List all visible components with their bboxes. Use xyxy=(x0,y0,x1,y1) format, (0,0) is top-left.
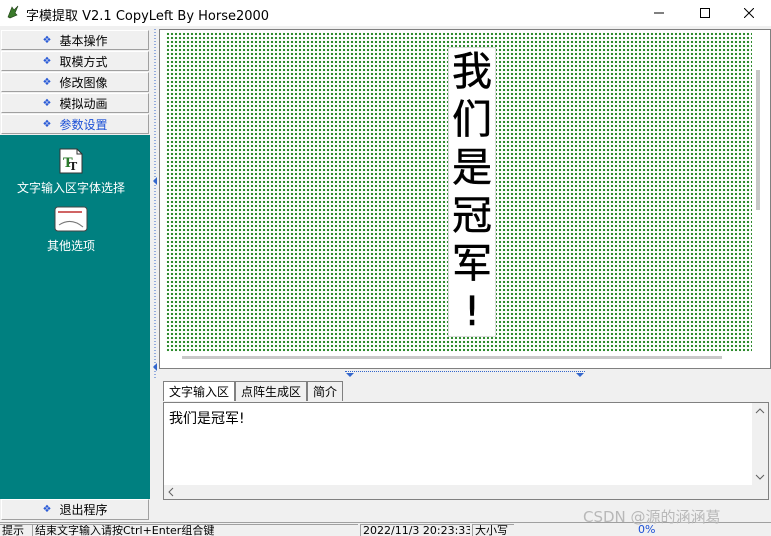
glyph-char: 们 xyxy=(452,97,493,144)
dot-matrix-area[interactable]: 我 们 是 冠 军 ! xyxy=(159,29,771,369)
minimize-icon xyxy=(654,12,664,14)
watermark: CSDN @源的涵涵葛 xyxy=(583,508,721,526)
glyph-char: 冠 xyxy=(452,193,493,240)
tab-intro[interactable]: 简介 xyxy=(307,381,344,401)
sidebar-item-label: 基本操作 xyxy=(59,33,108,48)
exit-label: 退出程序 xyxy=(59,503,108,517)
exit-button[interactable]: ❖ 退出程序 xyxy=(1,499,149,520)
font-select-entry[interactable]: T T 文字输入区字体选择 xyxy=(15,147,127,196)
tab-label: 简介 xyxy=(313,385,338,399)
maximize-icon xyxy=(700,8,710,18)
sidebar-item-basic[interactable]: ❖ 基本操作 xyxy=(1,30,149,50)
diamond-icon: ❖ xyxy=(42,504,52,515)
other-options-label: 其他选项 xyxy=(46,239,95,253)
vertical-splitter[interactable] xyxy=(151,29,159,379)
glyph-column: 我 们 是 冠 军 ! xyxy=(448,47,496,337)
other-options-entry[interactable]: 其他选项 xyxy=(15,205,127,254)
window-title: 字模提取 V2.1 CopyLeft By Horse2000 xyxy=(26,9,270,24)
glyph-char: 是 xyxy=(452,145,493,192)
maximize-button[interactable] xyxy=(682,0,728,26)
options-icon xyxy=(54,206,88,232)
dot-grid[interactable]: 我 们 是 冠 军 ! xyxy=(166,32,752,352)
tab-text-input[interactable]: 文字输入区 xyxy=(163,381,236,401)
diamond-icon: ❖ xyxy=(42,34,52,46)
sidebar-item-label: 模拟动画 xyxy=(59,96,108,111)
sidebar: ❖ 基本操作 ❖ 取模方式 ❖ 修改图像 ❖ 模拟动画 ❖ 参数设置 T T 文… xyxy=(0,29,150,521)
tab-strip: 文字输入区 点阵生成区 简介 xyxy=(163,381,344,401)
splitter-arrow-down-icon xyxy=(346,373,584,377)
editor-vertical-scrollbar[interactable] xyxy=(752,403,768,499)
splitter-arrow-left-icon xyxy=(153,29,157,379)
title-bar: 字模提取 V2.1 CopyLeft By Horse2000 xyxy=(0,0,771,26)
editor-horizontal-scrollbar[interactable] xyxy=(164,485,752,499)
status-caps: 大小写 xyxy=(472,524,514,536)
horizontal-splitter[interactable] xyxy=(345,371,585,379)
diamond-icon: ❖ xyxy=(42,76,52,88)
settings-panel: T T 文字输入区字体选择 其他选项 xyxy=(0,135,150,499)
font-select-label: 文字输入区字体选择 xyxy=(16,181,125,195)
close-icon xyxy=(744,8,754,18)
canvas-vertical-scrollbar[interactable] xyxy=(756,70,760,210)
diamond-icon: ❖ xyxy=(42,118,52,130)
text-input-area[interactable]: 我们是冠军! xyxy=(163,402,769,500)
glyph-char: 军 xyxy=(452,241,493,288)
diamond-icon: ❖ xyxy=(42,97,52,109)
status-datetime: 2022/11/3 20:23:33 xyxy=(360,524,470,536)
tab-label: 文字输入区 xyxy=(169,385,230,399)
font-tt-icon: T T xyxy=(59,148,83,174)
sidebar-item-mode[interactable]: ❖ 取模方式 xyxy=(1,51,149,71)
scroll-down-icon xyxy=(755,474,765,480)
scroll-up-icon xyxy=(755,408,765,414)
diamond-icon: ❖ xyxy=(42,55,52,67)
glyph-char: 我 xyxy=(452,49,493,96)
glyph-char: ! xyxy=(459,289,485,336)
sidebar-item-edit-image[interactable]: ❖ 修改图像 xyxy=(1,72,149,92)
canvas-horizontal-scrollbar[interactable] xyxy=(182,356,722,359)
editor-content[interactable]: 我们是冠军! xyxy=(169,408,245,428)
close-button[interactable] xyxy=(726,0,771,26)
tab-label: 点阵生成区 xyxy=(241,385,302,399)
svg-text:T: T xyxy=(69,160,78,173)
scroll-left-icon xyxy=(168,487,174,497)
sidebar-item-label: 修改图像 xyxy=(59,75,108,90)
status-message: 结束文字输入请按Ctrl+Enter组合键 xyxy=(32,524,358,536)
app-icon xyxy=(7,5,19,19)
sidebar-item-label: 取模方式 xyxy=(59,54,108,69)
sidebar-item-settings[interactable]: ❖ 参数设置 xyxy=(1,114,149,134)
minimize-button[interactable] xyxy=(636,0,682,26)
sidebar-item-animation[interactable]: ❖ 模拟动画 xyxy=(1,93,149,113)
tab-dot-matrix[interactable]: 点阵生成区 xyxy=(235,381,308,401)
status-hint-label: 提示 xyxy=(0,524,32,536)
sidebar-item-label: 参数设置 xyxy=(59,117,108,132)
